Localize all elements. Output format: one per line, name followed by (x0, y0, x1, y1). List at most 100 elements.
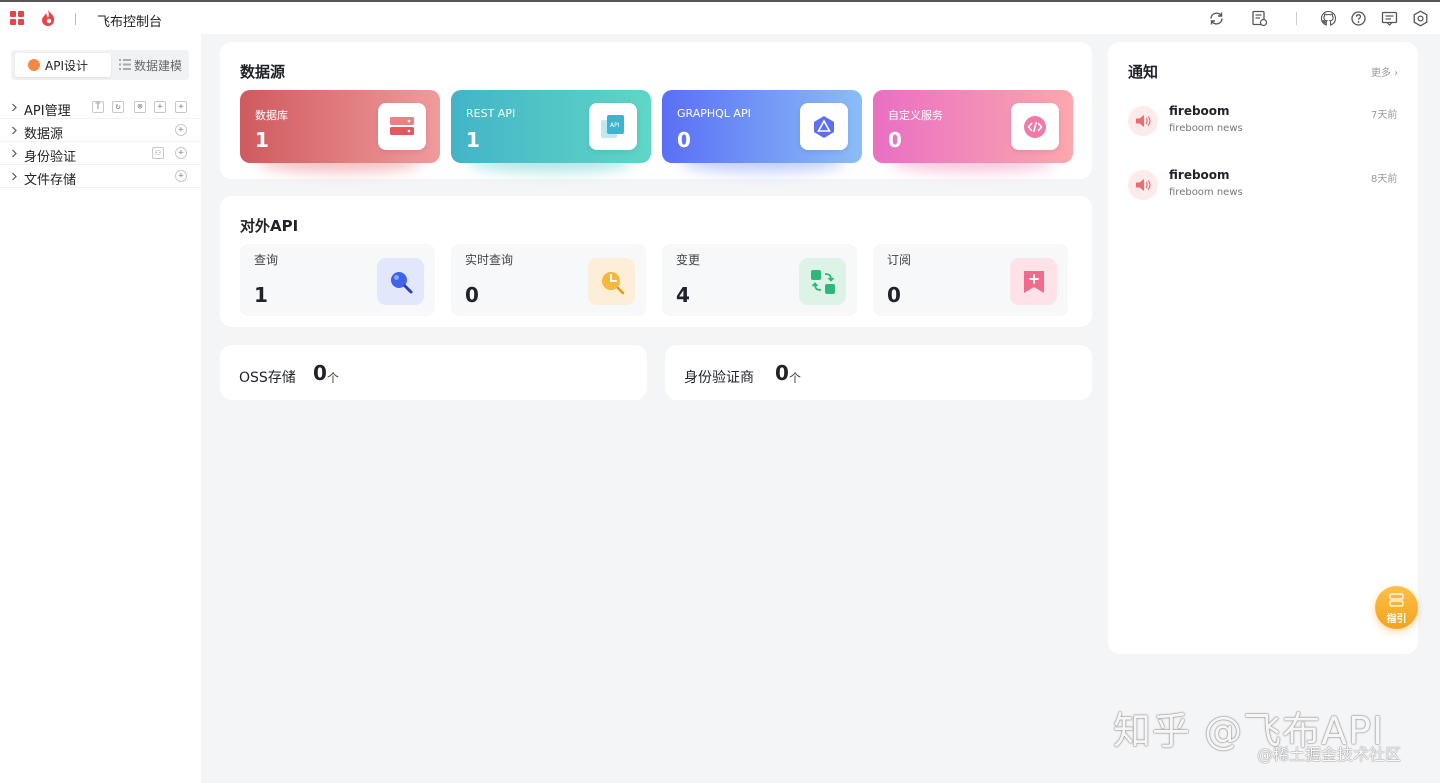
notification-item[interactable]: fireboom fireboom news 8天前 (1108, 168, 1418, 230)
datasource-panel: 数据源 数据库 1 REST API 1 API GRAPHQL API 0 自… (220, 42, 1092, 179)
datasource-card-graphql[interactable]: GRAPHQL API 0 (662, 90, 862, 172)
flame-logo-icon[interactable] (40, 9, 56, 27)
add-icon[interactable]: + (175, 170, 187, 182)
external-api-panel: 对外API 查询 1 实时查询 0 变更 4 订阅 0 (220, 196, 1092, 327)
sidebar-item-label: 身份验证 (24, 150, 77, 165)
stat-label: OSS存储 (239, 370, 296, 386)
list-icon (119, 59, 131, 70)
svg-text:API: API (610, 122, 620, 129)
help-icon[interactable] (1350, 10, 1367, 27)
sidebar-item-label: 文件存储 (24, 173, 77, 188)
card-count: 4 (676, 283, 690, 307)
settings-icon[interactable] (1412, 10, 1429, 27)
watermark-sub: @稀土掘金技术社区 (1257, 745, 1402, 764)
add-icon[interactable]: + (175, 147, 187, 159)
notification-subtitle: fireboom news (1169, 187, 1243, 198)
guide-button[interactable]: 指引 (1375, 586, 1418, 629)
chevron-right-icon (11, 172, 18, 181)
notification-panel: 通知 更多 › fireboom fireboom news 7天前 fireb… (1108, 42, 1418, 654)
top-bar: 飞布控制台 (0, 0, 1440, 34)
card-label: REST API (466, 107, 516, 120)
user-icon[interactable]: ⚇ (152, 147, 164, 159)
filter-icon[interactable]: ⊗ (134, 101, 146, 113)
add-folder-icon[interactable]: + (154, 101, 166, 113)
sidebar-item-label: 数据源 (24, 127, 64, 142)
query-icon (377, 258, 424, 305)
more-label: 更多 (1371, 68, 1391, 79)
chevron-right-icon (11, 103, 18, 112)
stat-count: 0 (775, 361, 789, 385)
stat-unit: 个 (789, 371, 802, 385)
sidebar-tab-switch: API设计 数据建模 (11, 50, 189, 80)
more-link[interactable]: 更多 › (1371, 64, 1398, 79)
title-divider (75, 13, 76, 25)
card-count: 1 (254, 283, 268, 307)
notification-item[interactable]: fireboom fireboom news 7天前 (1108, 104, 1418, 166)
api-card-subscription[interactable]: 订阅 0 (873, 244, 1068, 316)
tab-label: API设计 (45, 59, 88, 73)
card-count: 1 (466, 128, 480, 152)
stat-label: 身份验证商 (684, 370, 754, 386)
bookmark-icon (1010, 258, 1057, 305)
card-label: 变更 (676, 253, 701, 267)
message-icon[interactable] (1381, 10, 1398, 27)
datasource-card-database[interactable]: 数据库 1 (240, 90, 440, 172)
section-title: 对外API (240, 217, 299, 235)
sidebar-item-datasource[interactable]: 数据源 + (0, 119, 201, 142)
card-count: 1 (255, 128, 269, 152)
add-icon[interactable]: + (175, 124, 187, 136)
guide-label: 指引 (1386, 614, 1407, 625)
app-title: 飞布控制台 (97, 15, 163, 30)
stat-unit: 个 (327, 371, 340, 385)
sidebar-item-auth[interactable]: 身份验证 ⚇ + (0, 142, 201, 165)
tab-data-modeling[interactable]: 数据建模 (115, 53, 187, 77)
graphql-icon (800, 103, 848, 150)
api-card-live-query[interactable]: 实时查询 0 (451, 244, 646, 316)
api-card-query[interactable]: 查询 1 (240, 244, 435, 316)
oss-storage-panel: OSS存储 0 个 (220, 345, 647, 400)
github-icon[interactable] (1320, 10, 1337, 27)
import-icon[interactable]: T (92, 101, 104, 113)
sidebar-item-api-management[interactable]: API管理 T ↻ ⊗ + + (0, 96, 201, 119)
apps-icon[interactable] (10, 11, 24, 25)
card-label: 自定义服务 (888, 109, 943, 122)
chevron-right-icon (11, 126, 18, 135)
sidebar-item-label: API管理 (24, 104, 71, 119)
card-count: 0 (677, 128, 691, 152)
notification-subtitle: fireboom news (1169, 123, 1243, 134)
stat-count: 0 (313, 361, 327, 385)
rest-api-icon: API (589, 103, 637, 150)
card-count: 0 (465, 283, 479, 307)
speaker-icon (1128, 106, 1158, 136)
card-label: 数据库 (255, 109, 288, 122)
swap-icon (799, 258, 846, 305)
sidebar-tree: API管理 T ↻ ⊗ + + 数据源 + 身份验证 ⚇ + 文件存储 + (0, 96, 201, 188)
notification-time: 8天前 (1371, 174, 1398, 185)
card-label: GRAPHQL API (677, 107, 751, 120)
chevron-right-icon (11, 149, 18, 158)
api-card-mutation[interactable]: 变更 4 (662, 244, 857, 316)
card-label: 查询 (254, 253, 279, 267)
api-design-icon (28, 59, 40, 71)
card-count: 0 (888, 128, 902, 152)
clock-icon (588, 258, 635, 305)
notification-title: fireboom (1169, 104, 1230, 118)
sidebar: API设计 数据建模 API管理 T ↻ ⊗ + + 数据源 + 身份验证 ⚇ (0, 34, 201, 783)
section-title: 数据源 (240, 63, 286, 81)
refresh-icon[interactable]: ↻ (112, 101, 124, 113)
log-icon[interactable] (1251, 10, 1268, 27)
tab-label: 数据建模 (134, 59, 183, 73)
datasource-card-custom-service[interactable]: 自定义服务 0 (873, 90, 1073, 172)
notification-title: 通知 (1128, 63, 1159, 81)
notification-time: 7天前 (1371, 110, 1398, 121)
datasource-card-rest-api[interactable]: REST API 1 API (451, 90, 651, 172)
guide-icon (1389, 593, 1404, 607)
card-label: 实时查询 (465, 253, 514, 267)
auth-provider-panel: 身份验证商 0 个 (665, 345, 1092, 400)
speaker-icon (1128, 170, 1158, 200)
toolbar-divider (1296, 12, 1297, 25)
add-icon[interactable]: + (175, 101, 187, 113)
sidebar-item-file-storage[interactable]: 文件存储 + (0, 165, 201, 188)
refresh-icon[interactable] (1208, 10, 1225, 27)
tab-api-design[interactable]: API设计 (15, 53, 111, 77)
